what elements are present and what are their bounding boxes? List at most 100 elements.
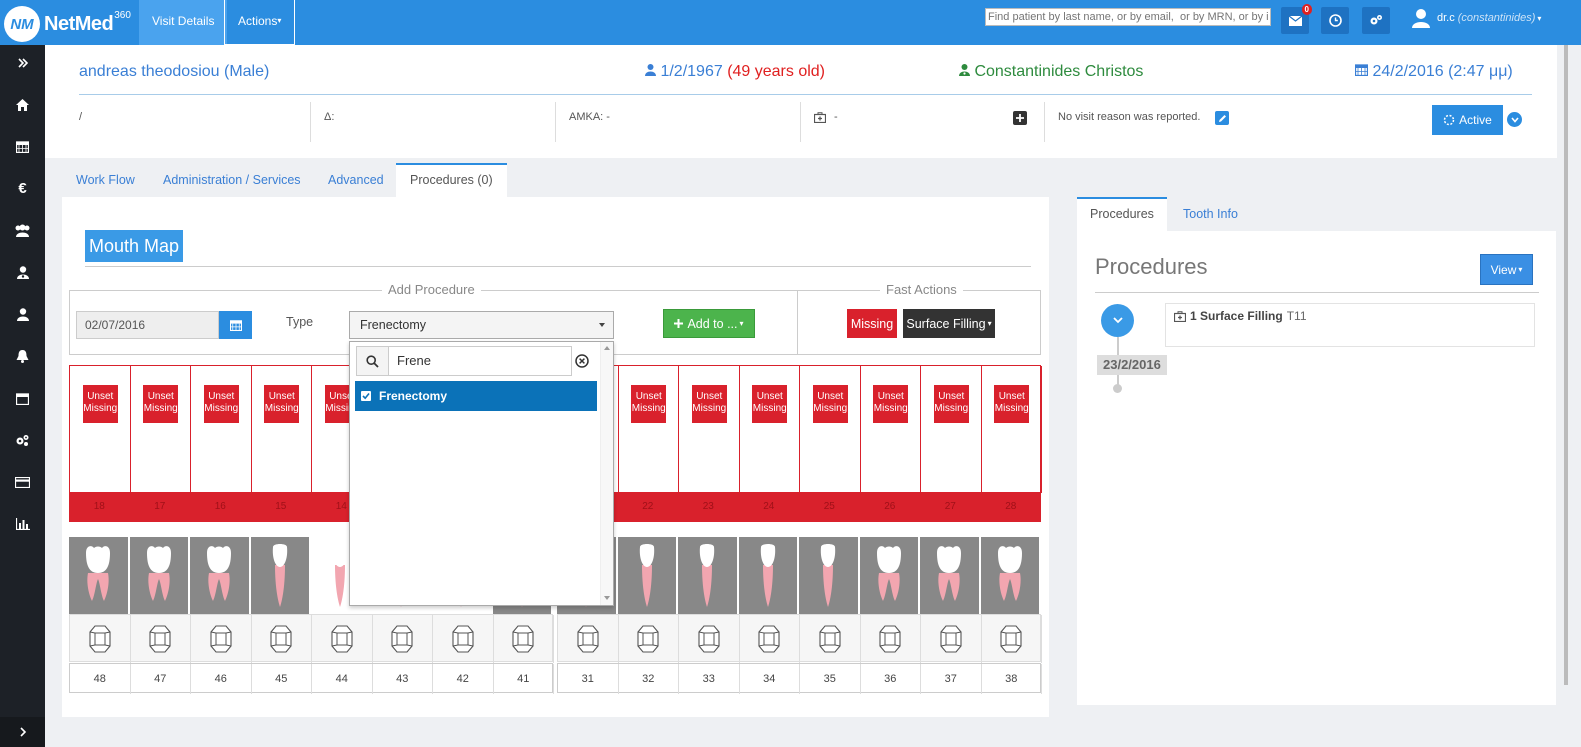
procedure-date-input[interactable]: 02/07/2016 [76, 311, 219, 339]
tooth-surface[interactable] [373, 615, 433, 663]
history-button[interactable] [1321, 7, 1349, 34]
tooth-surface[interactable] [740, 615, 800, 663]
unset-missing-button[interactable]: UnsetMissing [873, 385, 909, 423]
tab-administration[interactable]: Administration / Services [163, 163, 301, 197]
tab-side-procedures[interactable]: Procedures [1077, 197, 1167, 231]
tab-advanced[interactable]: Advanced [328, 163, 384, 197]
surface-filling-button[interactable]: Surface Filling ▾ [903, 309, 995, 338]
sidebar-item-patients[interactable] [0, 217, 45, 243]
procedure-entry[interactable]: 1 Surface Filling T11 [1165, 303, 1535, 347]
sidebar-item-payments[interactable] [0, 469, 45, 495]
sidebar-item-settings[interactable] [0, 427, 45, 453]
tooth-image[interactable] [69, 537, 130, 614]
clear-search-button[interactable] [572, 346, 591, 376]
type-label: Type [286, 315, 314, 329]
unset-missing-button[interactable]: UnsetMissing [752, 385, 788, 423]
tooth-surface[interactable] [312, 615, 373, 663]
patient-name[interactable]: andreas theodosiou (Male) [79, 63, 269, 81]
add-insurance-button[interactable] [1013, 111, 1027, 125]
dropdown-search-input[interactable]: Frene [388, 346, 572, 376]
tooth-image[interactable] [190, 537, 251, 614]
tooth-image[interactable] [678, 537, 739, 614]
unset-missing-button[interactable]: UnsetMissing [933, 385, 969, 423]
unset-missing-button[interactable]: UnsetMissing [264, 385, 300, 423]
sidebar-collapse-button[interactable] [0, 717, 45, 747]
unset-missing-button[interactable]: UnsetMissing [82, 385, 118, 423]
sidebar-item-appointments[interactable] [0, 385, 45, 411]
unset-missing-button[interactable]: UnsetMissing [203, 385, 239, 423]
sidebar-item-reports[interactable] [0, 511, 45, 537]
sidebar-item-calendar[interactable] [0, 133, 45, 159]
clock-icon [1328, 14, 1342, 27]
unset-missing-button[interactable]: UnsetMissing [994, 385, 1030, 423]
tooth-number: 37 [921, 664, 982, 694]
tooth-image[interactable] [799, 537, 860, 614]
tooth-surface[interactable] [679, 615, 740, 663]
tooth-image[interactable] [738, 537, 799, 614]
tooth-image[interactable] [980, 537, 1041, 614]
nav-visit-details[interactable]: Visit Details [139, 0, 228, 45]
tooth-surface[interactable] [619, 615, 679, 663]
dropdown-scrollbar[interactable] [600, 342, 613, 605]
unset-missing-button[interactable]: UnsetMissing [143, 385, 179, 423]
medkit-icon [814, 111, 826, 123]
sidebar-item-doctors[interactable] [0, 259, 45, 285]
tooth-surface[interactable] [982, 615, 1042, 663]
upper-tooth-number: 16 [214, 501, 226, 512]
tooth-cell: UnsetMissing [921, 366, 982, 493]
sidebar-item-notifications[interactable] [0, 343, 45, 369]
app-logo[interactable]: NM NetMed 360 [4, 6, 131, 42]
tooth-surface-icon [210, 625, 232, 653]
tooth-surface[interactable] [131, 615, 191, 663]
unset-missing-button[interactable]: UnsetMissing [812, 385, 848, 423]
cogs-icon [16, 434, 29, 446]
tooth-surface[interactable] [433, 615, 494, 663]
sidebar-item-profile[interactable] [0, 301, 45, 327]
tooth-surface[interactable] [494, 615, 554, 663]
tooth-number: 47 [131, 664, 191, 694]
sidebar-item-home[interactable] [0, 92, 45, 118]
timeline-toggle[interactable] [1101, 304, 1134, 337]
tooth-surface[interactable] [558, 615, 619, 663]
tooth-surface[interactable] [800, 615, 861, 663]
tooth-surface[interactable] [921, 615, 982, 663]
tooth-image[interactable] [920, 537, 981, 614]
unset-missing-button[interactable]: UnsetMissing [691, 385, 727, 423]
sidebar-expand-button[interactable] [0, 50, 45, 76]
caret-down-icon: ▾ [987, 319, 992, 328]
visit-status-button[interactable]: Active [1432, 105, 1503, 135]
procedure-type-select[interactable]: Frenectomy [349, 311, 614, 339]
tab-procedures[interactable]: Procedures (0) [396, 163, 507, 197]
tooth-image[interactable] [129, 537, 190, 614]
tooth-image[interactable] [859, 537, 920, 614]
edit-reason-button[interactable] [1215, 111, 1229, 125]
nav-actions-dropdown[interactable]: Actions▾ [224, 0, 296, 45]
tooth-surface[interactable] [191, 615, 252, 663]
tooth-image[interactable] [617, 537, 678, 614]
view-dropdown-button[interactable]: View ▾ [1480, 254, 1533, 285]
messages-button[interactable]: 0 [1281, 4, 1312, 34]
date-picker-button[interactable] [219, 311, 252, 339]
tooth-cell: UnsetMissing [252, 366, 312, 493]
dropdown-option-frenectomy[interactable]: Frenectomy [355, 381, 597, 411]
tooth-surface[interactable] [252, 615, 312, 663]
tooth-surface[interactable] [70, 615, 131, 663]
missing-button[interactable]: Missing [847, 309, 897, 338]
tooth-surface[interactable] [861, 615, 921, 663]
sidebar-item-billing[interactable]: € [0, 175, 45, 201]
settings-button[interactable] [1362, 7, 1390, 34]
tooth-image[interactable] [250, 537, 311, 614]
tab-tooth-info[interactable]: Tooth Info [1170, 197, 1251, 231]
status-dropdown-toggle[interactable] [1507, 112, 1522, 127]
caret-down-icon: ▾ [1537, 13, 1542, 23]
add-to-button[interactable]: Add to ... ▾ [663, 309, 755, 338]
selected-type: Frenectomy [360, 318, 426, 332]
upper-tooth-number: 18 [93, 501, 105, 512]
user-menu[interactable]: dr.c (constantinides) ▾ [1411, 8, 1541, 28]
unset-missing-button[interactable]: UnsetMissing [631, 385, 667, 423]
page-scrollbar[interactable] [1564, 45, 1568, 685]
patient-search-input[interactable] [985, 8, 1271, 26]
visit-date-value: 24/2/2016 (2:47 μμ) [1372, 63, 1513, 80]
tooth-surfaces-left [557, 614, 1042, 663]
tab-workflow[interactable]: Work Flow [76, 163, 135, 197]
